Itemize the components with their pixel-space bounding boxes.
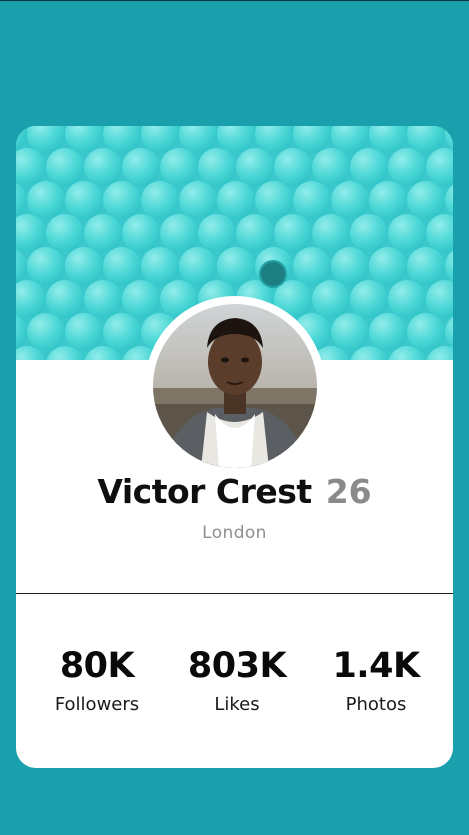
avatar[interactable] xyxy=(153,304,317,468)
stat-label: Followers xyxy=(54,694,140,715)
profile-card: Victor Crest 26 London 80K Followers 803K… xyxy=(16,126,453,768)
name-line: Victor Crest 26 xyxy=(16,472,453,520)
stat-label: Photos xyxy=(345,694,407,715)
stat-followers[interactable]: 80K Followers xyxy=(22,641,172,717)
top-border xyxy=(0,0,469,1)
profile-age: 26 xyxy=(325,472,372,511)
stat-label: Likes xyxy=(214,694,260,715)
stat-value: 803K xyxy=(187,646,287,686)
stat-value: 80K xyxy=(59,646,135,686)
stat-value: 1.4K xyxy=(332,646,420,686)
stat-likes[interactable]: 803K Likes xyxy=(162,641,312,717)
avatar-frame xyxy=(145,296,325,476)
stats-row: 80K Followers 803K Likes 1.4K Photos xyxy=(16,641,453,721)
divider xyxy=(16,593,453,594)
profile-name: Victor Crest xyxy=(97,472,312,511)
stat-photos[interactable]: 1.4K Photos xyxy=(301,641,451,717)
profile-location: London xyxy=(202,523,267,543)
